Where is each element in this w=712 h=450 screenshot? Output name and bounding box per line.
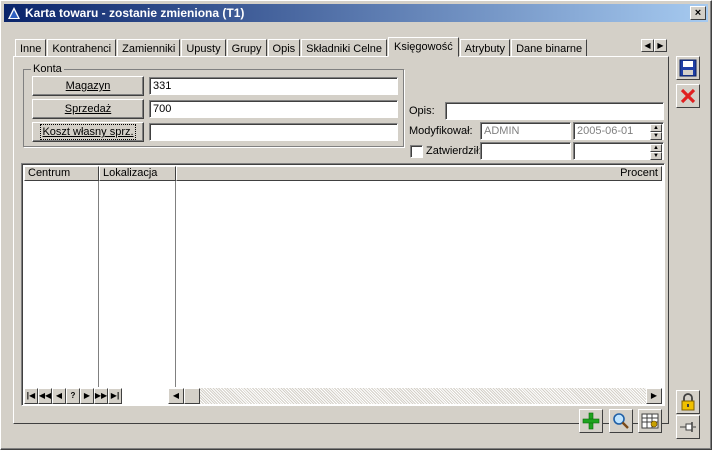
scroll-track[interactable] xyxy=(200,388,646,404)
search-button[interactable] xyxy=(609,409,633,433)
tab-scroll-right-button[interactable]: ▶ xyxy=(654,39,667,52)
sprzedaz-field[interactable]: 700 xyxy=(149,100,398,118)
koszt-wlasny-button[interactable]: Koszt własny sprz. xyxy=(32,122,144,142)
sprzedaz-button[interactable]: Sprzedaż xyxy=(32,99,144,119)
scroll-left-button[interactable]: ◀ xyxy=(168,388,184,404)
nav-last-button[interactable]: ▶| xyxy=(108,388,122,404)
close-button[interactable]: × xyxy=(690,6,706,20)
tab-kontrahenci[interactable]: Kontrahenci xyxy=(47,39,117,57)
title-bar[interactable]: Karta towaru - zostanie zmieniona (T1) × xyxy=(4,4,708,22)
add-button[interactable] xyxy=(579,409,603,433)
tab-dane-binarne[interactable]: Dane binarne xyxy=(511,39,588,57)
sprzedaz-button-label: Sprzedaż xyxy=(64,103,112,115)
padlock-icon xyxy=(681,393,695,411)
grid-footer: |◀ ◀◀ ◀ ? ▶ ▶▶ ▶| ◀ ▶ xyxy=(24,388,662,404)
scroll-thumb[interactable] xyxy=(184,388,200,404)
save-button[interactable] xyxy=(676,56,700,80)
scroll-right-button[interactable]: ▶ xyxy=(646,388,662,404)
grid-header: Centrum Lokalizacja Procent xyxy=(24,166,662,181)
pin-button[interactable] xyxy=(676,415,700,439)
zatwierdzil-label: Zatwierdził: xyxy=(426,145,482,157)
column-divider xyxy=(175,181,176,387)
tab-inne[interactable]: Inne xyxy=(15,39,47,57)
tab-upusty[interactable]: Upusty xyxy=(181,39,226,57)
nav-prev-page-button[interactable]: ◀◀ xyxy=(38,388,52,404)
tab-scroll-left-button[interactable]: ◀ xyxy=(641,39,654,52)
koszt-wlasny-field[interactable] xyxy=(149,123,398,141)
modyfikowal-user-field: ADMIN xyxy=(480,122,571,140)
tab-ksiegowosc[interactable]: Księgowość xyxy=(388,37,459,57)
magnifier-icon xyxy=(613,413,629,429)
centra-grid[interactable]: Centrum Lokalizacja Procent |◀ ◀◀ ◀ ? ▶ … xyxy=(21,163,665,406)
floppy-disk-icon xyxy=(679,59,697,77)
window-title: Karta towaru - zostanie zmieniona (T1) xyxy=(25,6,245,20)
grid-options-button[interactable] xyxy=(638,409,662,433)
cancel-button[interactable] xyxy=(676,84,700,108)
tab-atrybuty[interactable]: Atrybuty xyxy=(459,39,511,57)
zatwierdzil-checkbox[interactable] xyxy=(410,145,423,158)
tab-opis[interactable]: Opis xyxy=(267,39,301,57)
grid-options-icon xyxy=(641,413,659,429)
tab-grupy[interactable]: Grupy xyxy=(226,39,267,57)
spin-down-icon[interactable]: ▼ xyxy=(650,152,662,160)
modyfikowal-date-spinner[interactable]: ▲ ▼ xyxy=(650,124,662,140)
column-header-lokalizacja[interactable]: Lokalizacja xyxy=(99,166,176,181)
koszt-wlasny-button-label: Koszt własny sprz. xyxy=(40,124,136,140)
column-divider xyxy=(98,181,99,387)
nav-next-button[interactable]: ▶ xyxy=(80,388,94,404)
pushpin-icon xyxy=(680,422,696,432)
tab-zamienniki[interactable]: Zamienniki xyxy=(117,39,181,57)
column-header-procent[interactable]: Procent xyxy=(176,166,662,181)
konta-legend: Konta xyxy=(31,63,64,75)
nav-help-button[interactable]: ? xyxy=(66,388,80,404)
nav-next-page-button[interactable]: ▶▶ xyxy=(94,388,108,404)
spin-up-icon[interactable]: ▲ xyxy=(650,144,662,152)
magazyn-field[interactable]: 331 xyxy=(149,77,398,95)
modyfikowal-label: Modyfikował: xyxy=(409,125,473,137)
zatwierdzil-user-field[interactable] xyxy=(480,142,571,160)
magazyn-button[interactable]: Magazyn xyxy=(32,76,144,96)
nav-prev-button[interactable]: ◀ xyxy=(52,388,66,404)
magazyn-button-label: Magazyn xyxy=(65,80,111,92)
tab-skladniki-celne[interactable]: Składniki Celne xyxy=(301,39,387,57)
spin-down-icon[interactable]: ▼ xyxy=(650,132,662,140)
zatwierdzil-date-spinner[interactable]: ▲ ▼ xyxy=(650,144,662,160)
main-window: Karta towaru - zostanie zmieniona (T1) ×… xyxy=(0,0,712,450)
spin-up-icon[interactable]: ▲ xyxy=(650,124,662,132)
app-icon xyxy=(6,5,22,21)
horizontal-scrollbar[interactable]: ◀ ▶ xyxy=(168,388,662,404)
lock-button[interactable] xyxy=(676,390,700,414)
opis-field[interactable] xyxy=(445,102,664,120)
nav-first-button[interactable]: |◀ xyxy=(24,388,38,404)
tab-strip: Inne Kontrahenci Zamienniki Upusty Grupy… xyxy=(15,37,588,57)
opis-label: Opis: xyxy=(409,105,435,117)
red-x-icon xyxy=(680,88,696,104)
tab-scroll: ◀ ▶ xyxy=(641,39,667,52)
column-header-centrum[interactable]: Centrum xyxy=(24,166,99,181)
green-plus-icon xyxy=(582,412,600,430)
